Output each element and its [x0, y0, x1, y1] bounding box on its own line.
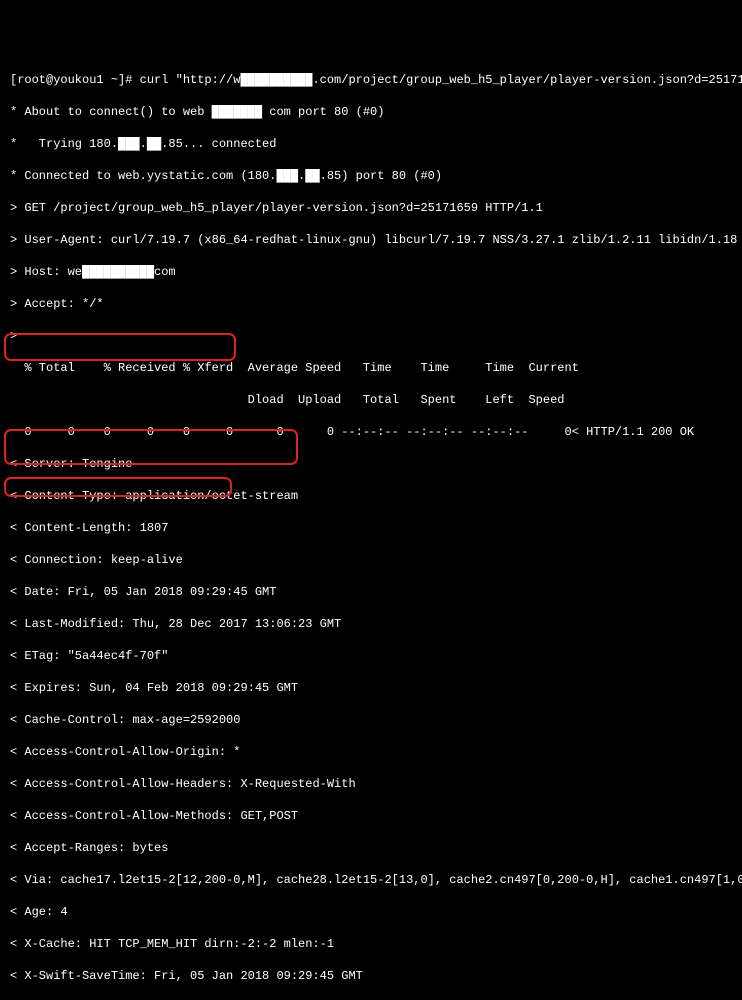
output-line: Dload Upload Total Spent Left Speed [10, 392, 732, 408]
output-line: < Connection: keep-alive [10, 552, 732, 568]
output-line: > [10, 328, 732, 344]
output-line: * Trying 180.███.██.85... connected [10, 136, 732, 152]
output-line: * Connected to web.yystatic.com (180.███… [10, 168, 732, 184]
curl-command: curl "http://w██████████.com/project/gro… [140, 73, 742, 87]
output-line: < Content-Length: 1807 [10, 520, 732, 536]
output-line: < Content-Type: application/octet-stream [10, 488, 732, 504]
output-line: < X-Cache: HIT TCP_MEM_HIT dirn:-2:-2 ml… [10, 936, 732, 952]
output-line: % Total % Received % Xferd Average Speed… [10, 360, 732, 376]
output-line: < Accept-Ranges: bytes [10, 840, 732, 856]
output-line: < ETag: "5a44ec4f-70f" [10, 648, 732, 664]
output-line: < Access-Control-Allow-Methods: GET,POST [10, 808, 732, 824]
prompt-line[interactable]: [root@youkou1 ~]# curl "http://w████████… [10, 72, 732, 88]
output-line: < Server: Tengine [10, 456, 732, 472]
output-line: * About to connect() to web ███████ com … [10, 104, 732, 120]
output-line: > Host: we██████████com [10, 264, 732, 280]
output-line: < Last-Modified: Thu, 28 Dec 2017 13:06:… [10, 616, 732, 632]
output-line: < Age: 4 [10, 904, 732, 920]
output-line: > GET /project/group_web_h5_player/playe… [10, 200, 732, 216]
output-line: 0 0 0 0 0 0 0 0 --:--:-- --:--:-- --:--:… [10, 424, 732, 440]
output-line: < Access-Control-Allow-Origin: * [10, 744, 732, 760]
output-line: < Via: cache17.l2et15-2[12,200-0,M], cac… [10, 872, 732, 888]
output-line: < Access-Control-Allow-Headers: X-Reques… [10, 776, 732, 792]
output-line: < Expires: Sun, 04 Feb 2018 09:29:45 GMT [10, 680, 732, 696]
output-line: < Cache-Control: max-age=2592000 [10, 712, 732, 728]
output-line: < Date: Fri, 05 Jan 2018 09:29:45 GMT [10, 584, 732, 600]
shell-prompt: [root@youkou1 ~]# [10, 73, 140, 87]
output-line: > Accept: */* [10, 296, 732, 312]
output-line: < X-Swift-SaveTime: Fri, 05 Jan 2018 09:… [10, 968, 732, 984]
output-line: > User-Agent: curl/7.19.7 (x86_64-redhat… [10, 232, 732, 248]
